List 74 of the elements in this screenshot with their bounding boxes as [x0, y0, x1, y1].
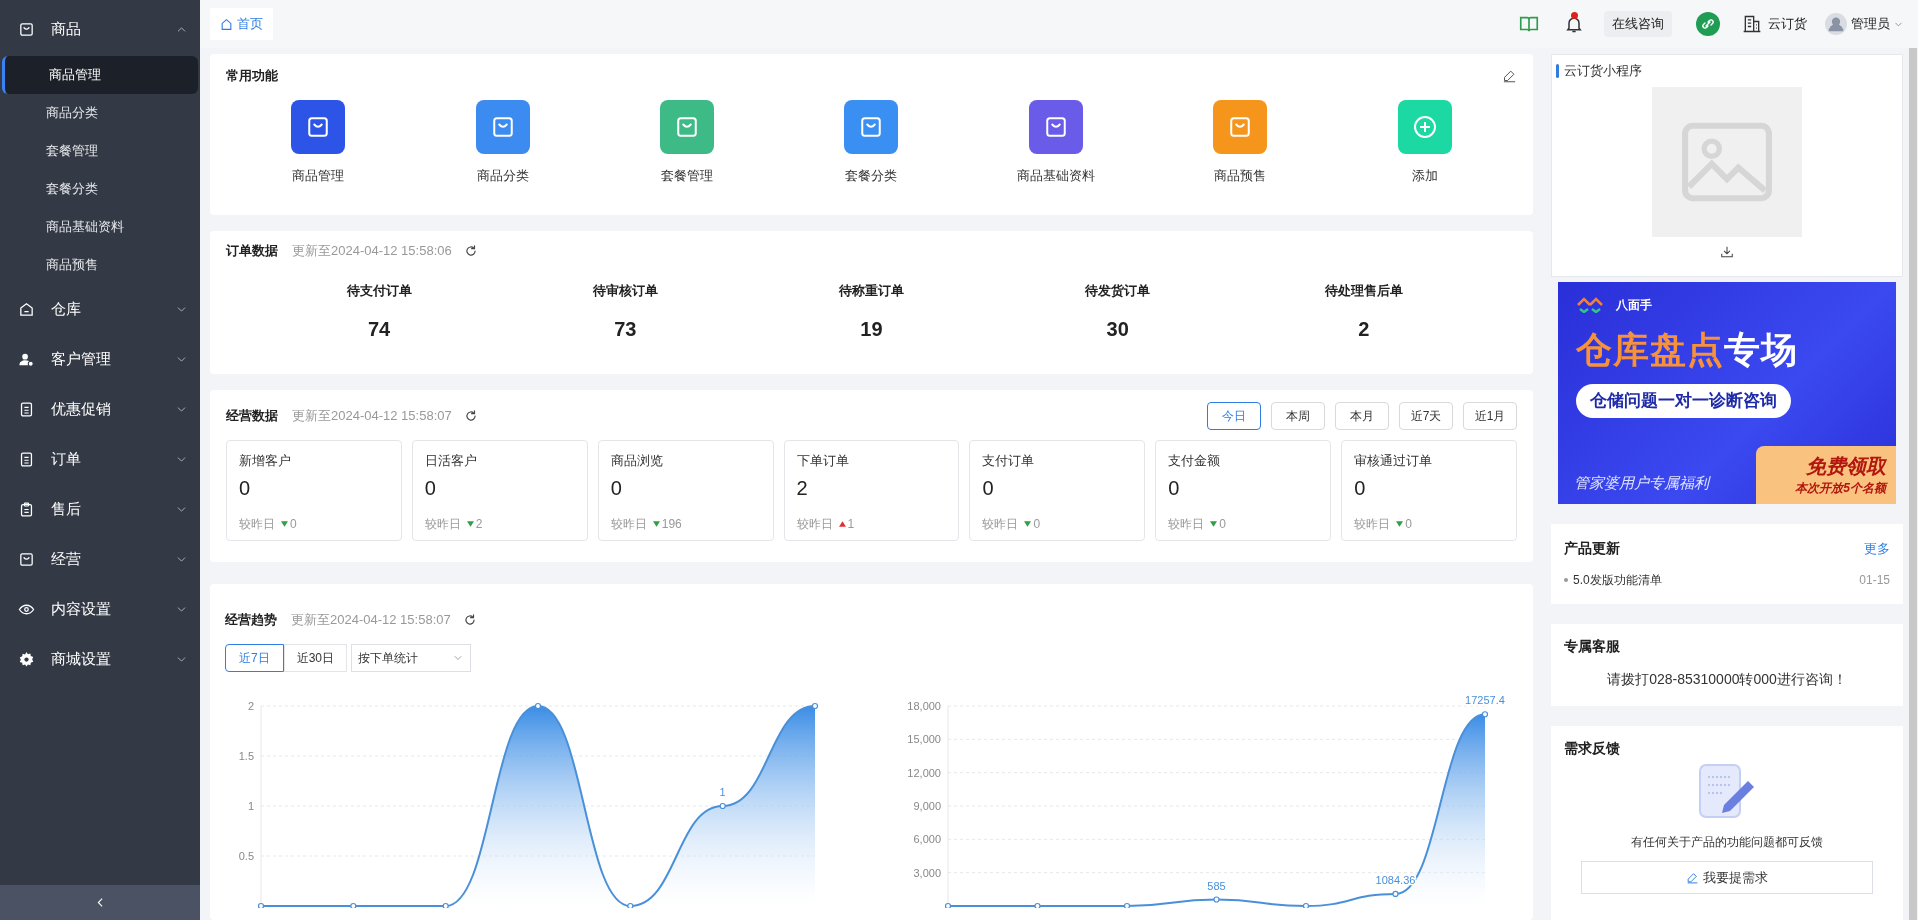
- stat-label: 待支付订单: [346, 281, 412, 300]
- compare-label: 较昨日: [424, 515, 461, 533]
- brand-name: 八面手: [1616, 297, 1652, 314]
- stat-value: 19: [860, 317, 883, 342]
- section-title: 经营趋势: [225, 611, 277, 629]
- metric-value: 0: [1168, 475, 1181, 501]
- section-title: 经营数据: [226, 407, 278, 426]
- stat-value: 73: [614, 317, 637, 342]
- update-time: 更新至2024-04-12 15:58:07: [291, 611, 451, 629]
- compare-label: 较昨日: [1354, 515, 1391, 533]
- company-name: 云订货: [1768, 15, 1807, 34]
- section-title: 需求反馈: [1564, 739, 1620, 758]
- data-label: 585: [1207, 879, 1226, 891]
- axis-tick-label: 12,000: [907, 766, 941, 779]
- compare-label: 较昨日: [982, 515, 1019, 533]
- update-time: 更新至2024-04-12 15:58:06: [292, 242, 452, 260]
- change-value: 1: [847, 515, 855, 533]
- stat-label: 待称重订单: [839, 281, 904, 300]
- metric-label: 新增客户: [239, 452, 292, 470]
- metric-label: 支付金额: [1168, 452, 1222, 470]
- compare-label: 较昨日: [610, 515, 647, 533]
- axis-tick-label: 3,000: [913, 866, 941, 879]
- data-label: 1: [719, 785, 726, 798]
- banner-headline: 专场: [1723, 332, 1798, 368]
- axis-tick-label: 6,000: [913, 832, 941, 845]
- feedback-text: 有任何关于产品的功能问题都可反馈: [1631, 834, 1823, 851]
- update-date: 01-15: [1859, 572, 1890, 589]
- metric-label: 日活客户: [424, 452, 478, 470]
- service-text: 请拨打028-85310000转000进行咨询！: [1606, 670, 1848, 689]
- metric-value: 0: [610, 475, 623, 501]
- axis-tick-label: 15,000: [907, 732, 941, 745]
- axis-tick-label: 1.5: [238, 749, 254, 762]
- section-title: 专属客服: [1564, 637, 1621, 656]
- banner-subtitle: 仓储问题一对一诊断咨询: [1576, 384, 1791, 418]
- section-title: 订单数据: [226, 242, 278, 260]
- update-time: 更新至2024-04-12 15:58:07: [292, 407, 452, 426]
- change-value: 196: [661, 515, 682, 533]
- cta-text: 免费领取: [1806, 453, 1886, 479]
- banner-headline: 仓库盘点: [1576, 332, 1724, 368]
- compare-label: 较昨日: [796, 515, 833, 533]
- stat-value: 30: [1106, 317, 1129, 342]
- metric-label: 支付订单: [982, 452, 1036, 470]
- section-title: 云订货小程序: [1564, 62, 1642, 80]
- banner-footer: 管家婆用户专属福利: [1558, 471, 1756, 504]
- metric-value: 2: [796, 475, 809, 501]
- change-value: 0: [1405, 515, 1412, 533]
- compare-label: 较昨日: [239, 515, 275, 533]
- axis-tick-label: 1: [247, 799, 254, 812]
- axis-tick-label: 9,000: [913, 799, 941, 812]
- axis-tick-label: 18,000: [907, 699, 941, 712]
- change-value: 0: [290, 515, 297, 533]
- data-label: 17257.4: [1465, 693, 1505, 706]
- change-value: 2: [475, 515, 483, 533]
- metric-value: 0: [424, 475, 437, 501]
- compare-label: 较昨日: [1168, 515, 1205, 533]
- axis-tick-label: 0.5: [238, 849, 254, 862]
- stat-value: 2: [1358, 317, 1370, 342]
- stat-label: 待处理售后单: [1324, 281, 1403, 300]
- metric-value: 0: [1354, 475, 1367, 501]
- change-value: 0: [1033, 515, 1041, 533]
- metric-value: 0: [239, 475, 252, 501]
- stat-label: 待审核订单: [592, 281, 658, 300]
- change-value: 0: [1219, 515, 1226, 533]
- data-label: 1084.36: [1375, 873, 1416, 886]
- metric-label: 下单订单: [796, 452, 850, 470]
- stat-label: 待发货订单: [1085, 281, 1151, 300]
- section-title: 常用功能: [226, 67, 278, 85]
- metric-value: 0: [982, 475, 995, 501]
- metric-label: 商品浏览: [610, 452, 664, 470]
- metric-label: 审核通过订单: [1354, 452, 1434, 470]
- stat-value: 74: [367, 317, 391, 342]
- axis-tick-label: 2: [247, 699, 254, 712]
- cta-note: 本次开放5个名额: [1795, 479, 1886, 497]
- section-title: 产品更新: [1564, 539, 1620, 558]
